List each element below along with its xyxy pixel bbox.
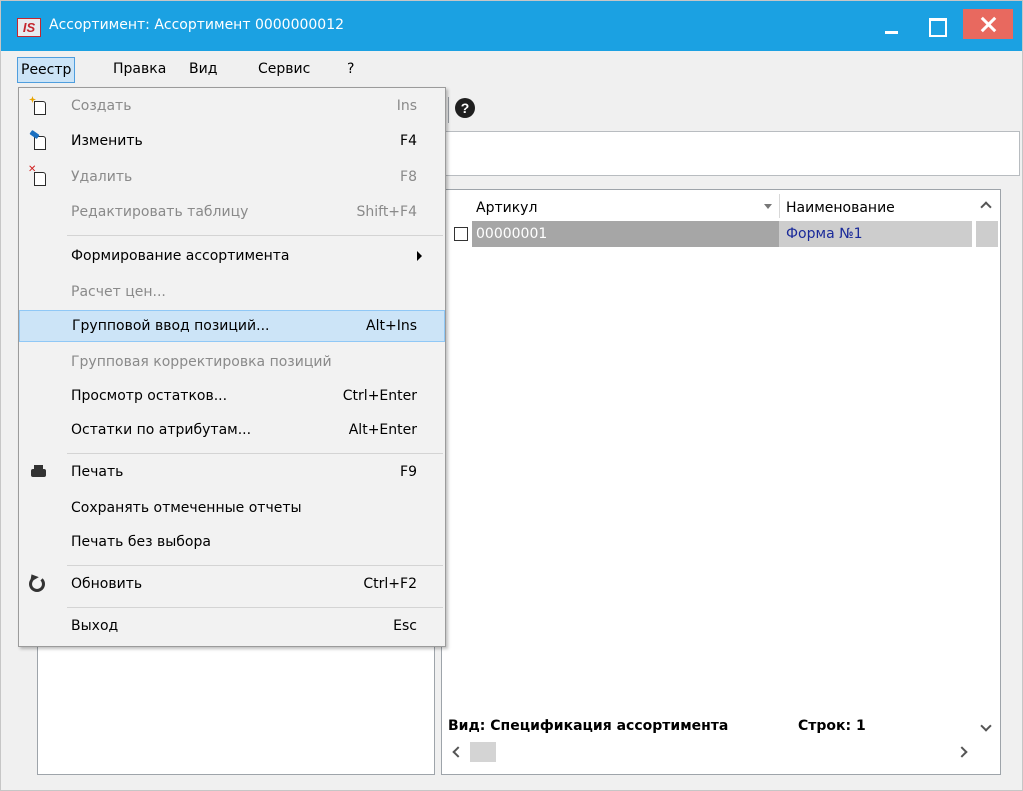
menu-item-label: Сохранять отмеченные отчеты [71, 500, 302, 516]
menu-item-shortcut: Alt+Enter [348, 422, 417, 438]
refresh-icon [29, 576, 45, 592]
menu-item-label: Выход [71, 618, 119, 634]
window-title: Ассортимент: Ассортимент 0000000012 [49, 17, 345, 33]
main-window: IS Ассортимент: Ассортимент 0000000012 Р… [0, 0, 1023, 791]
close-button[interactable] [963, 9, 1013, 39]
menu-registry[interactable]: Реестр [17, 57, 76, 83]
menu-separator [67, 607, 443, 608]
menu-item-label: Просмотр остатков... [71, 388, 228, 404]
menu-item-form-assortment[interactable]: Формирование ассортимента [19, 240, 445, 272]
column-divider[interactable] [779, 194, 780, 218]
menu-item-view-stock[interactable]: Просмотр остатков... Ctrl+Enter [19, 380, 445, 412]
menu-separator [67, 235, 443, 236]
spec-grid: Артикул Наименование 00000001 Форма №1 В… [441, 189, 1001, 775]
menu-item-edit[interactable]: Изменить F4 [19, 125, 445, 157]
column-header-article[interactable]: Артикул [476, 200, 537, 216]
menu-item-label: Групповая корректировка позиций [71, 354, 332, 370]
menu-item-label: Обновить [71, 576, 143, 592]
menu-bar: Реестр Правка Вид Сервис ? [1, 51, 1022, 87]
menu-item-label: Создать [71, 98, 132, 114]
edit-doc-icon [28, 131, 48, 151]
toolbar-separator [448, 97, 449, 123]
menu-item-label: Удалить [71, 169, 133, 185]
menu-item-shortcut: F8 [400, 169, 417, 185]
menu-item-refresh[interactable]: Обновить Ctrl+F2 [19, 568, 445, 600]
vertical-scroll-thumb[interactable] [976, 221, 998, 247]
menu-item-shortcut: F4 [400, 133, 417, 149]
menu-item-group-correction[interactable]: Групповая корректировка позиций [19, 346, 445, 378]
scroll-up-icon[interactable] [980, 201, 992, 213]
menu-item-label: Расчет цен... [71, 284, 166, 300]
maximize-button[interactable] [916, 9, 956, 41]
menu-item-save-reports[interactable]: Сохранять отмеченные отчеты [19, 492, 445, 524]
status-view: Вид: Спецификация ассортимента [448, 718, 729, 734]
menu-item-shortcut: Shift+F4 [356, 204, 417, 220]
sort-down-icon[interactable] [764, 204, 772, 209]
title-bar: IS Ассортимент: Ассортимент 0000000012 [1, 1, 1022, 51]
menu-item-group-input[interactable]: Групповой ввод позиций... Alt+Ins [19, 310, 445, 342]
menu-separator [67, 453, 443, 454]
scroll-right-icon[interactable] [956, 746, 968, 758]
delete-doc-icon [28, 164, 48, 187]
menu-service[interactable]: Сервис [255, 57, 313, 83]
menu-help[interactable]: ? [344, 57, 357, 83]
row-checkbox[interactable] [454, 227, 468, 241]
cell-article[interactable]: 00000001 [472, 221, 779, 247]
menu-item-shortcut: Alt+Ins [366, 318, 417, 334]
menu-item-print[interactable]: Печать F9 [19, 456, 445, 488]
menu-item-print-no-choice[interactable]: Печать без выбора [19, 526, 445, 558]
help-icon[interactable]: ? [455, 98, 475, 118]
menu-item-shortcut: Esc [393, 618, 417, 634]
cell-name[interactable]: Форма №1 [779, 221, 972, 247]
menu-item-create[interactable]: Создать Ins [19, 90, 445, 122]
menu-item-exit[interactable]: Выход Esc [19, 610, 445, 642]
menu-item-label: Печать [71, 464, 124, 480]
minimize-button[interactable] [871, 9, 911, 41]
create-doc-icon [28, 96, 48, 116]
menu-item-shortcut: Ctrl+Enter [342, 388, 417, 404]
scroll-down-icon[interactable] [980, 720, 992, 732]
column-header-name[interactable]: Наименование [786, 200, 895, 216]
menu-item-label: Остатки по атрибутам... [71, 422, 252, 438]
submenu-arrow-icon [417, 251, 422, 261]
menu-item-shortcut: F9 [400, 464, 417, 480]
registry-dropdown-menu: Создать Ins Изменить F4 Удалить F8 Редак… [18, 87, 446, 647]
menu-item-stock-by-attributes[interactable]: Остатки по атрибутам... Alt+Enter [19, 414, 445, 446]
menu-item-delete[interactable]: Удалить F8 [19, 161, 445, 193]
menu-item-label: Редактировать таблицу [71, 204, 249, 220]
status-row-count: Строк: 1 [798, 718, 866, 734]
menu-item-label: Формирование ассортимента [71, 248, 290, 264]
menu-item-label: Печать без выбора [71, 534, 211, 550]
printer-icon [28, 462, 48, 482]
menu-item-label: Групповой ввод позиций... [72, 318, 270, 334]
grid-header: Артикул Наименование [442, 190, 1000, 220]
menu-item-price-calc[interactable]: Расчет цен... [19, 276, 445, 308]
menu-edit[interactable]: Правка [110, 57, 169, 83]
table-row[interactable]: 00000001 Форма №1 [442, 221, 972, 247]
menu-separator [67, 565, 443, 566]
menu-item-edit-table[interactable]: Редактировать таблицу Shift+F4 [19, 196, 445, 228]
app-logo-icon: IS [17, 18, 41, 37]
menu-view[interactable]: Вид [186, 57, 220, 83]
menu-item-shortcut: Ctrl+F2 [363, 576, 417, 592]
menu-item-label: Изменить [71, 133, 143, 149]
scroll-left-icon[interactable] [452, 746, 464, 758]
menu-item-shortcut: Ins [396, 98, 417, 114]
horizontal-scroll-thumb[interactable] [470, 742, 496, 762]
